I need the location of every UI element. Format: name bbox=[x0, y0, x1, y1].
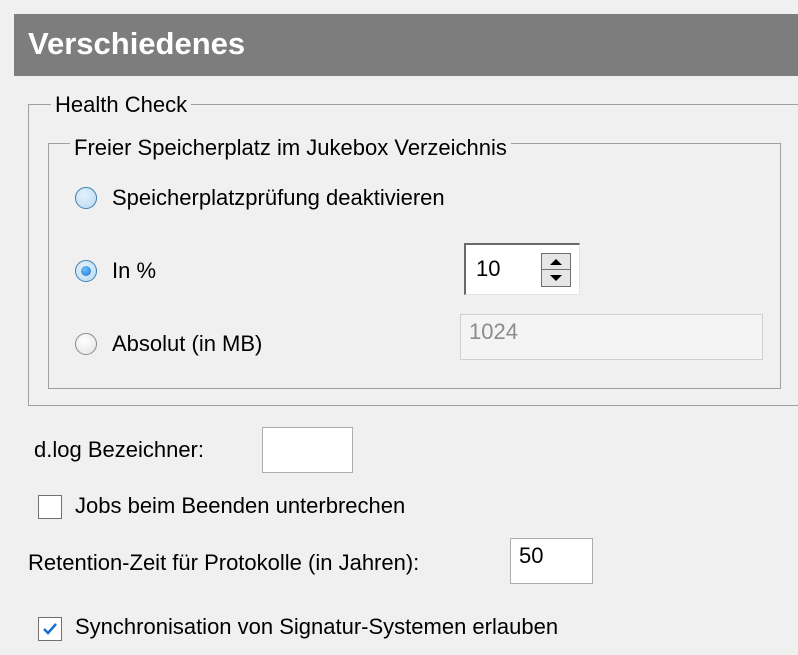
section-header: Verschiedenes bbox=[14, 14, 798, 76]
disk-space-legend: Freier Speicherplatz im Jukebox Verzeich… bbox=[70, 135, 511, 161]
spin-buttons bbox=[541, 253, 571, 287]
absolute-mb-input[interactable]: 1024 bbox=[460, 314, 763, 360]
radio-absolute-label[interactable]: Absolut (in MB) bbox=[112, 331, 262, 357]
radio-disable-check-label[interactable]: Speicherplatzprüfung deaktivieren bbox=[112, 185, 445, 211]
radio-percent-dot bbox=[81, 266, 91, 276]
radio-percent-label[interactable]: In % bbox=[112, 258, 156, 284]
radio-absolute[interactable] bbox=[75, 333, 97, 355]
dlog-input[interactable] bbox=[262, 427, 353, 473]
signature-sync-label[interactable]: Synchronisation von Signatur-Systemen er… bbox=[75, 614, 558, 640]
dlog-label: d.log Bezeichner: bbox=[34, 437, 204, 462]
signature-sync-checkbox[interactable] bbox=[38, 617, 62, 641]
percent-stepper[interactable]: 10 bbox=[464, 243, 580, 295]
arrow-down-icon bbox=[550, 275, 562, 281]
section-title: Verschiedenes bbox=[28, 26, 246, 61]
radio-percent[interactable] bbox=[75, 260, 97, 282]
spin-up-button[interactable] bbox=[542, 254, 570, 270]
arrow-up-icon bbox=[550, 258, 562, 265]
retention-label: Retention-Zeit für Protokolle (in Jahren… bbox=[28, 550, 420, 575]
checkmark-icon bbox=[43, 623, 57, 635]
spin-down-button[interactable] bbox=[542, 270, 570, 286]
jobs-interrupt-label[interactable]: Jobs beim Beenden unterbrechen bbox=[75, 493, 405, 519]
radio-disable-check[interactable] bbox=[75, 187, 97, 209]
retention-input[interactable]: 50 bbox=[510, 538, 593, 584]
health-check-legend: Health Check bbox=[51, 92, 192, 118]
jobs-interrupt-checkbox[interactable] bbox=[38, 495, 62, 519]
percent-value[interactable]: 10 bbox=[476, 256, 500, 282]
